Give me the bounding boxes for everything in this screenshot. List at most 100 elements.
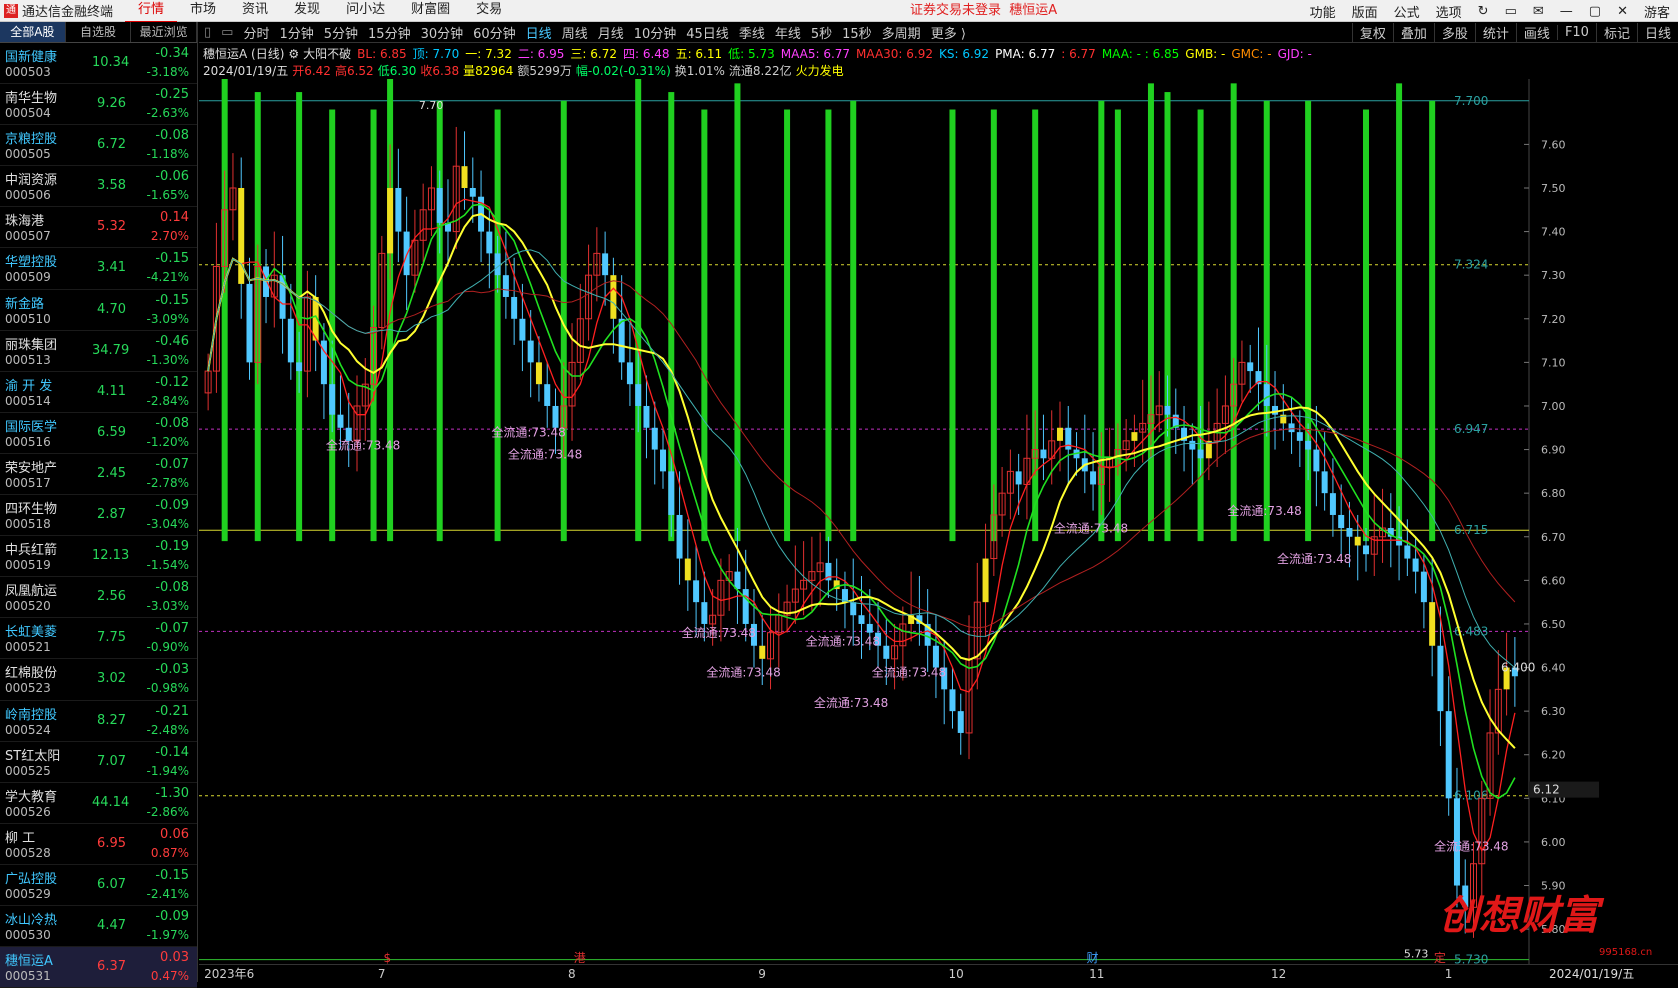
stock-row[interactable]: 国际医学 000516 6.59 -0.08 -1.20% (0, 413, 197, 454)
stock-row[interactable]: 新金路 000510 4.70 -0.15 -3.09% (0, 290, 197, 331)
period-tab[interactable]: 月线 (593, 23, 629, 42)
window-control-icon[interactable]: ▭ (1497, 4, 1525, 19)
side-tab[interactable]: 自选股 (66, 22, 132, 42)
stock-code: 000528 (5, 845, 51, 860)
stock-row[interactable]: 凤凰航运 000520 2.56 -0.08 -3.03% (0, 577, 197, 619)
gear-icon[interactable]: ⚙ (288, 47, 299, 61)
chart-tool-button[interactable]: 复权 (1351, 23, 1393, 42)
period-tab[interactable]: 30分钟 (416, 23, 469, 42)
stock-row[interactable]: 国新健康 000503 10.34 -0.34 -3.18% (0, 43, 197, 85)
signal-bar (494, 109, 501, 542)
stock-row[interactable]: 华塑控股 000509 3.41 -0.15 -4.21% (0, 248, 197, 290)
stock-change: 0.06 (160, 826, 189, 842)
stock-row[interactable]: 冰山冷热 000530 4.47 -0.09 -1.97% (0, 906, 197, 948)
menu-item[interactable]: 资讯 (229, 0, 281, 23)
stock-change: 0.14 (160, 210, 189, 226)
window-control-icon[interactable]: ✉ (1525, 4, 1552, 19)
stock-row[interactable]: 广弘控股 000529 6.07 -0.15 -2.41% (0, 865, 197, 906)
period-tab[interactable]: 周线 (557, 23, 593, 42)
menu-item[interactable]: 财富圈 (398, 0, 463, 23)
kline-chart[interactable]: 7.60 7.50 7.40 7.30 7.20 7.10 7.00 6.90 6.80 6.70… (199, 79, 1678, 964)
stock-row[interactable]: 丽珠集团 000513 34.79 -0.46 -1.30% (0, 331, 197, 372)
stock-name: 冰山冷热 (5, 912, 58, 928)
stock-change: -0.09 (155, 498, 189, 514)
chart-tool-button[interactable]: F10 (1556, 25, 1596, 40)
stock-code: 000510 (5, 311, 51, 326)
window-control-icon[interactable]: ↻ (1470, 4, 1497, 19)
stock-row[interactable]: 中润资源 000506 3.58 -0.06 -1.65% (0, 166, 197, 208)
annotation-label: 全流通:73.48 (806, 634, 880, 649)
x-axis-label: 9 (758, 967, 766, 981)
y-tick-label: 7.10 (1541, 356, 1566, 369)
menu-item[interactable]: 问小达 (333, 0, 398, 23)
period-tab[interactable]: 10分钟 (629, 23, 682, 42)
chart-tool-button[interactable]: 统计 (1474, 23, 1516, 42)
stock-row[interactable]: 南华生物 000504 9.26 -0.25 -2.63% (0, 84, 197, 126)
window-control-icon[interactable]: ▢ (1581, 4, 1609, 19)
right-menu-item[interactable]: 选项 (1428, 2, 1470, 21)
period-tab[interactable]: 15分钟 (363, 23, 416, 42)
signal-bar (734, 83, 741, 542)
stock-row[interactable]: 荣安地产 000517 2.45 -0.07 -2.78% (0, 454, 197, 496)
stock-row[interactable]: 中兵红箭 000519 12.13 -0.19 -1.54% (0, 536, 197, 578)
chart-tool-button[interactable]: 叠加 (1392, 23, 1434, 42)
chart-tool-button[interactable]: 标记 (1595, 23, 1637, 42)
stock-row[interactable]: 渝 开 发 000514 4.11 -0.12 -2.84% (0, 372, 197, 413)
stock-row[interactable]: 学大教育 000526 44.14 -1.30 -2.86% (0, 783, 197, 824)
stock-row[interactable]: ST红太阳 000525 7.07 -0.14 -1.94% (0, 742, 197, 783)
stock-row[interactable]: 珠海港 000507 5.32 0.14 2.70% (0, 207, 197, 249)
candle-body (883, 645, 890, 659)
stock-row[interactable]: 四环生物 000518 2.87 -0.09 -3.04% (0, 495, 197, 537)
stock-row[interactable]: 京粮控股 000505 6.72 -0.08 -1.18% (0, 125, 197, 167)
chart-tool-button[interactable]: 日线 (1636, 23, 1678, 42)
menu-item[interactable]: 交易 (463, 0, 515, 23)
right-menu-item[interactable]: 游客 (1636, 2, 1678, 21)
period-tab[interactable]: 45日线 (681, 23, 734, 42)
candle-body (602, 253, 609, 276)
side-tab[interactable]: 全部A股 (0, 22, 66, 42)
period-tab[interactable]: 5秒 (806, 23, 837, 42)
stock-row[interactable]: 岭南控股 000524 8.27 -0.21 -2.48% (0, 701, 197, 742)
stock-row[interactable]: 长虹美菱 000521 7.75 -0.07 -0.90% (0, 618, 197, 660)
bar-stat: 换1.01% (674, 64, 725, 78)
right-menu-item[interactable]: 功能 (1302, 2, 1344, 21)
stock-code: 000504 (5, 106, 51, 121)
period-tab[interactable]: 5分钟 (319, 23, 363, 42)
menu-item[interactable]: 市场 (177, 0, 229, 23)
stock-row[interactable]: 柳 工 000528 6.95 0.06 0.87% (0, 824, 197, 865)
period-tab[interactable]: 多周期 (877, 23, 926, 42)
period-tab[interactable]: 60分钟 (468, 23, 521, 42)
signal-bar (1396, 83, 1403, 542)
candle-body (1164, 405, 1171, 415)
period-tab[interactable]: 更多 ⟩ (926, 23, 971, 42)
indicator-header: 穗恒运A (日线) ⚙ 大阳不破 BL: 6.85 顶: 7.70 一: 7.32 二: 6… (203, 45, 1318, 61)
candle-body (734, 571, 741, 590)
login-notice[interactable]: 证券交易未登录 穗恒运A (910, 0, 1057, 22)
chart-tool-button[interactable]: 多股 (1433, 23, 1475, 42)
chart-tool-button[interactable]: 画线 (1515, 23, 1557, 42)
period-tab[interactable]: 日线 (521, 23, 557, 42)
period-tab[interactable]: 分时 (238, 23, 274, 42)
stock-code: 000505 (5, 147, 51, 162)
menu-item[interactable]: 行情 (125, 0, 178, 23)
window-control-icon[interactable]: ✕ (1609, 4, 1636, 19)
right-menu-item[interactable]: 版面 (1344, 2, 1386, 21)
stock-price: 3.58 (97, 178, 126, 194)
side-tab[interactable]: 最近浏览 (131, 22, 198, 42)
period-tab[interactable]: 1分钟 (274, 23, 318, 42)
period-tab[interactable]: 季线 (734, 23, 770, 42)
period-tab[interactable]: 年线 (770, 23, 806, 42)
stock-row[interactable]: 红棉股份 000523 3.02 -0.03 -0.98% (0, 659, 197, 701)
window-control-icon[interactable]: — (1552, 4, 1581, 19)
indicator-value: GMB: - (1185, 47, 1226, 61)
indicator-value: 顶: 7.70 (412, 47, 460, 61)
right-menu-item[interactable]: 公式 (1386, 2, 1428, 21)
candle-body (1056, 427, 1063, 441)
candle-body (626, 362, 633, 385)
period-tab[interactable]: 15秒 (837, 23, 877, 42)
split-icon[interactable]: ▭ (216, 25, 238, 40)
x-event-marker: 定 (1434, 950, 1446, 964)
menu-item[interactable]: 发现 (281, 0, 333, 23)
signal-bar (825, 109, 832, 542)
layout-icon[interactable]: ▯ (199, 25, 216, 40)
